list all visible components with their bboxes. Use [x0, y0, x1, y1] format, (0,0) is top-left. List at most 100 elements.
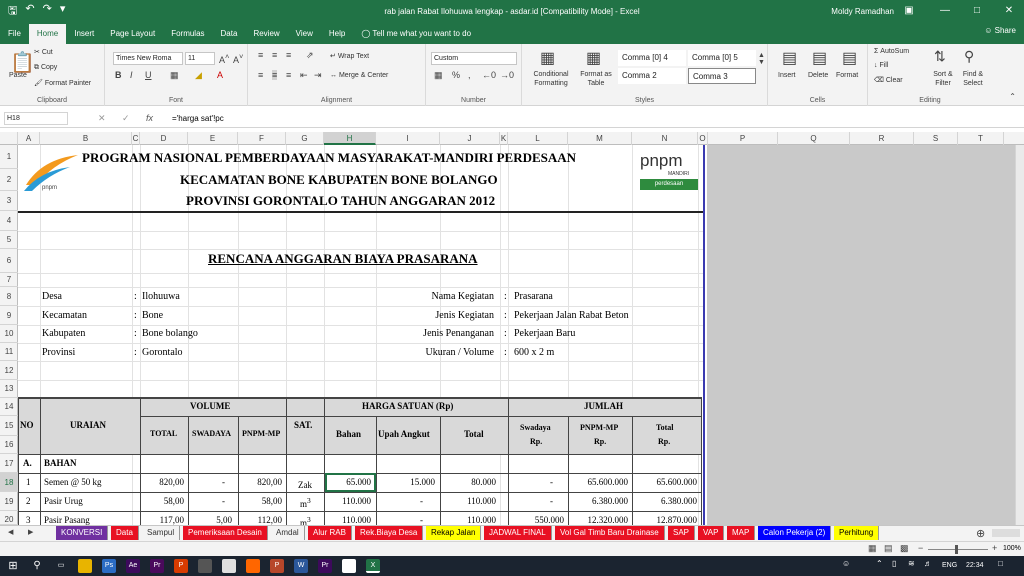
percent-icon[interactable]: %	[452, 70, 460, 80]
decrease-indent-icon[interactable]: ⇤	[300, 70, 308, 81]
tab-help[interactable]: Help	[321, 24, 353, 44]
tab-view[interactable]: View	[288, 24, 321, 44]
normal-view-icon[interactable]: ▦	[868, 543, 877, 554]
tab-insert[interactable]: Insert	[66, 24, 102, 44]
decrease-font-icon[interactable]: A˅	[233, 52, 243, 65]
page-break-outside-area[interactable]	[707, 145, 1024, 525]
sheet-tab[interactable]: Data	[111, 526, 139, 540]
sheet-tab[interactable]: Amdal	[271, 526, 305, 540]
sort-filter-button[interactable]: Sort & Filter	[928, 70, 958, 88]
find-select-button[interactable]: Find & Select	[958, 70, 988, 88]
column-header[interactable]: A	[18, 132, 40, 145]
style-comma-3[interactable]: Comma 3	[688, 68, 756, 84]
font-size-select[interactable]: 11	[185, 52, 215, 65]
insert-cells-icon[interactable]: ▤	[782, 48, 797, 68]
orientation-icon[interactable]: ⇗	[306, 50, 314, 61]
column-header[interactable]: M	[568, 132, 632, 145]
row-header[interactable]: 1	[0, 145, 18, 169]
conditional-formatting-button[interactable]: Conditional Formatting	[526, 70, 576, 88]
column-header[interactable]: D	[140, 132, 188, 145]
formula-input[interactable]: ='harga sat'!pc	[172, 114, 224, 123]
battery-icon[interactable]: ▯	[892, 559, 896, 568]
paste-button[interactable]: Paste	[9, 72, 27, 79]
select-all-corner[interactable]	[0, 132, 18, 145]
ribbon-display-icon[interactable]: ▣	[894, 0, 924, 22]
volume-icon[interactable]: ♬	[924, 559, 932, 568]
sheet-tab[interactable]: Rekap Jalan	[426, 526, 482, 540]
file-explorer-icon[interactable]	[78, 559, 92, 573]
tab-file[interactable]: File	[0, 24, 29, 44]
column-header[interactable]: R	[850, 132, 914, 145]
chrome-icon[interactable]	[222, 559, 236, 573]
photoshop-icon[interactable]: Ps	[102, 559, 116, 573]
notification-icon[interactable]: □	[998, 559, 1003, 568]
row-header[interactable]: 11	[0, 343, 18, 361]
tab-review[interactable]: Review	[245, 24, 287, 44]
zoom-in-icon[interactable]: +	[992, 543, 997, 553]
close-button[interactable]: ✕	[994, 0, 1024, 22]
align-right-icon[interactable]: ≡	[286, 70, 291, 80]
increase-indent-icon[interactable]: ⇥	[314, 70, 322, 81]
row-header[interactable]: 14	[0, 398, 18, 416]
word-icon[interactable]: W	[294, 559, 308, 573]
premiere-icon[interactable]: Pr	[150, 559, 164, 573]
sheet-tab[interactable]: KONVERSI	[56, 526, 109, 540]
row-header[interactable]: 2	[0, 169, 18, 191]
row-header[interactable]: 4	[0, 211, 18, 231]
align-top-icon[interactable]: ≡	[258, 50, 263, 60]
excel-icon[interactable]: X	[366, 559, 380, 573]
bold-icon[interactable]: B	[115, 70, 122, 80]
insert-function-icon[interactable]: fx	[146, 113, 153, 123]
clear-button[interactable]: ⌫ Clear	[874, 76, 903, 84]
column-header[interactable]: F	[238, 132, 286, 145]
style-comma-2[interactable]: Comma 2	[618, 68, 686, 84]
premiere-pro-icon[interactable]: Pr	[318, 559, 332, 573]
tray-arrow-icon[interactable]: ⌃	[876, 559, 883, 568]
column-header[interactable]: S	[914, 132, 958, 145]
wrap-text-button[interactable]: ↵ Wrap Text	[330, 52, 369, 60]
app-icon[interactable]	[198, 559, 212, 573]
row-header[interactable]: 20	[0, 511, 18, 525]
increase-font-icon[interactable]: A˄	[219, 52, 229, 65]
column-header[interactable]: E	[188, 132, 238, 145]
zoom-level[interactable]: 100%	[1003, 545, 1021, 552]
insert-button[interactable]: Insert	[778, 72, 796, 79]
format-button[interactable]: Format	[836, 72, 858, 79]
number-format-select[interactable]: Custom	[431, 52, 517, 65]
user-name[interactable]: Moldy Ramadhan	[831, 7, 894, 16]
clock[interactable]: 22:34	[966, 562, 984, 569]
delete-button[interactable]: Delete	[808, 72, 828, 79]
column-header[interactable]: G	[286, 132, 324, 145]
align-center-icon[interactable]: ≡	[272, 70, 278, 80]
column-header[interactable]: I	[376, 132, 440, 145]
font-color-icon[interactable]: A	[217, 70, 223, 80]
sort-filter-icon[interactable]: ⇅	[934, 48, 946, 65]
column-header[interactable]: K	[500, 132, 508, 145]
page-break-view-icon[interactable]: ▩	[900, 543, 909, 554]
row-header[interactable]: 7	[0, 273, 18, 287]
increase-decimal-icon[interactable]: ←0	[482, 70, 496, 80]
collapse-ribbon-icon[interactable]: ⌃	[1009, 92, 1016, 101]
copy-button[interactable]: ⧉ Copy	[34, 64, 57, 72]
sheet-tab[interactable]: Rek.Biaya Desa	[355, 526, 424, 540]
align-left-icon[interactable]: ≡	[258, 70, 263, 80]
column-header[interactable]: B	[40, 132, 132, 145]
italic-icon[interactable]: I	[130, 70, 133, 80]
column-header[interactable]: O	[698, 132, 708, 145]
format-as-table-icon[interactable]: ▦	[586, 48, 601, 68]
style-comma-0-4[interactable]: Comma [0] 4	[618, 50, 686, 66]
column-header[interactable]: Q	[778, 132, 850, 145]
scroll-tabs-right-icon[interactable]: ▶	[28, 528, 33, 536]
search-icon[interactable]: ⚲	[30, 559, 44, 573]
column-header[interactable]: N	[632, 132, 698, 145]
page-layout-view-icon[interactable]: ▤	[884, 543, 893, 554]
row-header[interactable]: 3	[0, 191, 18, 211]
underline-icon[interactable]: U	[145, 70, 152, 80]
sheet-tab[interactable]: MAP	[727, 526, 756, 540]
ppt-icon[interactable]: P	[270, 559, 284, 573]
horizontal-scrollbar[interactable]	[992, 529, 1020, 537]
language-indicator[interactable]: ENG	[942, 562, 957, 569]
sheet-tab[interactable]: SAP	[668, 526, 696, 540]
acrobat-icon[interactable]	[342, 559, 356, 573]
merge-center-button[interactable]: ↔ Merge & Center	[330, 72, 388, 79]
